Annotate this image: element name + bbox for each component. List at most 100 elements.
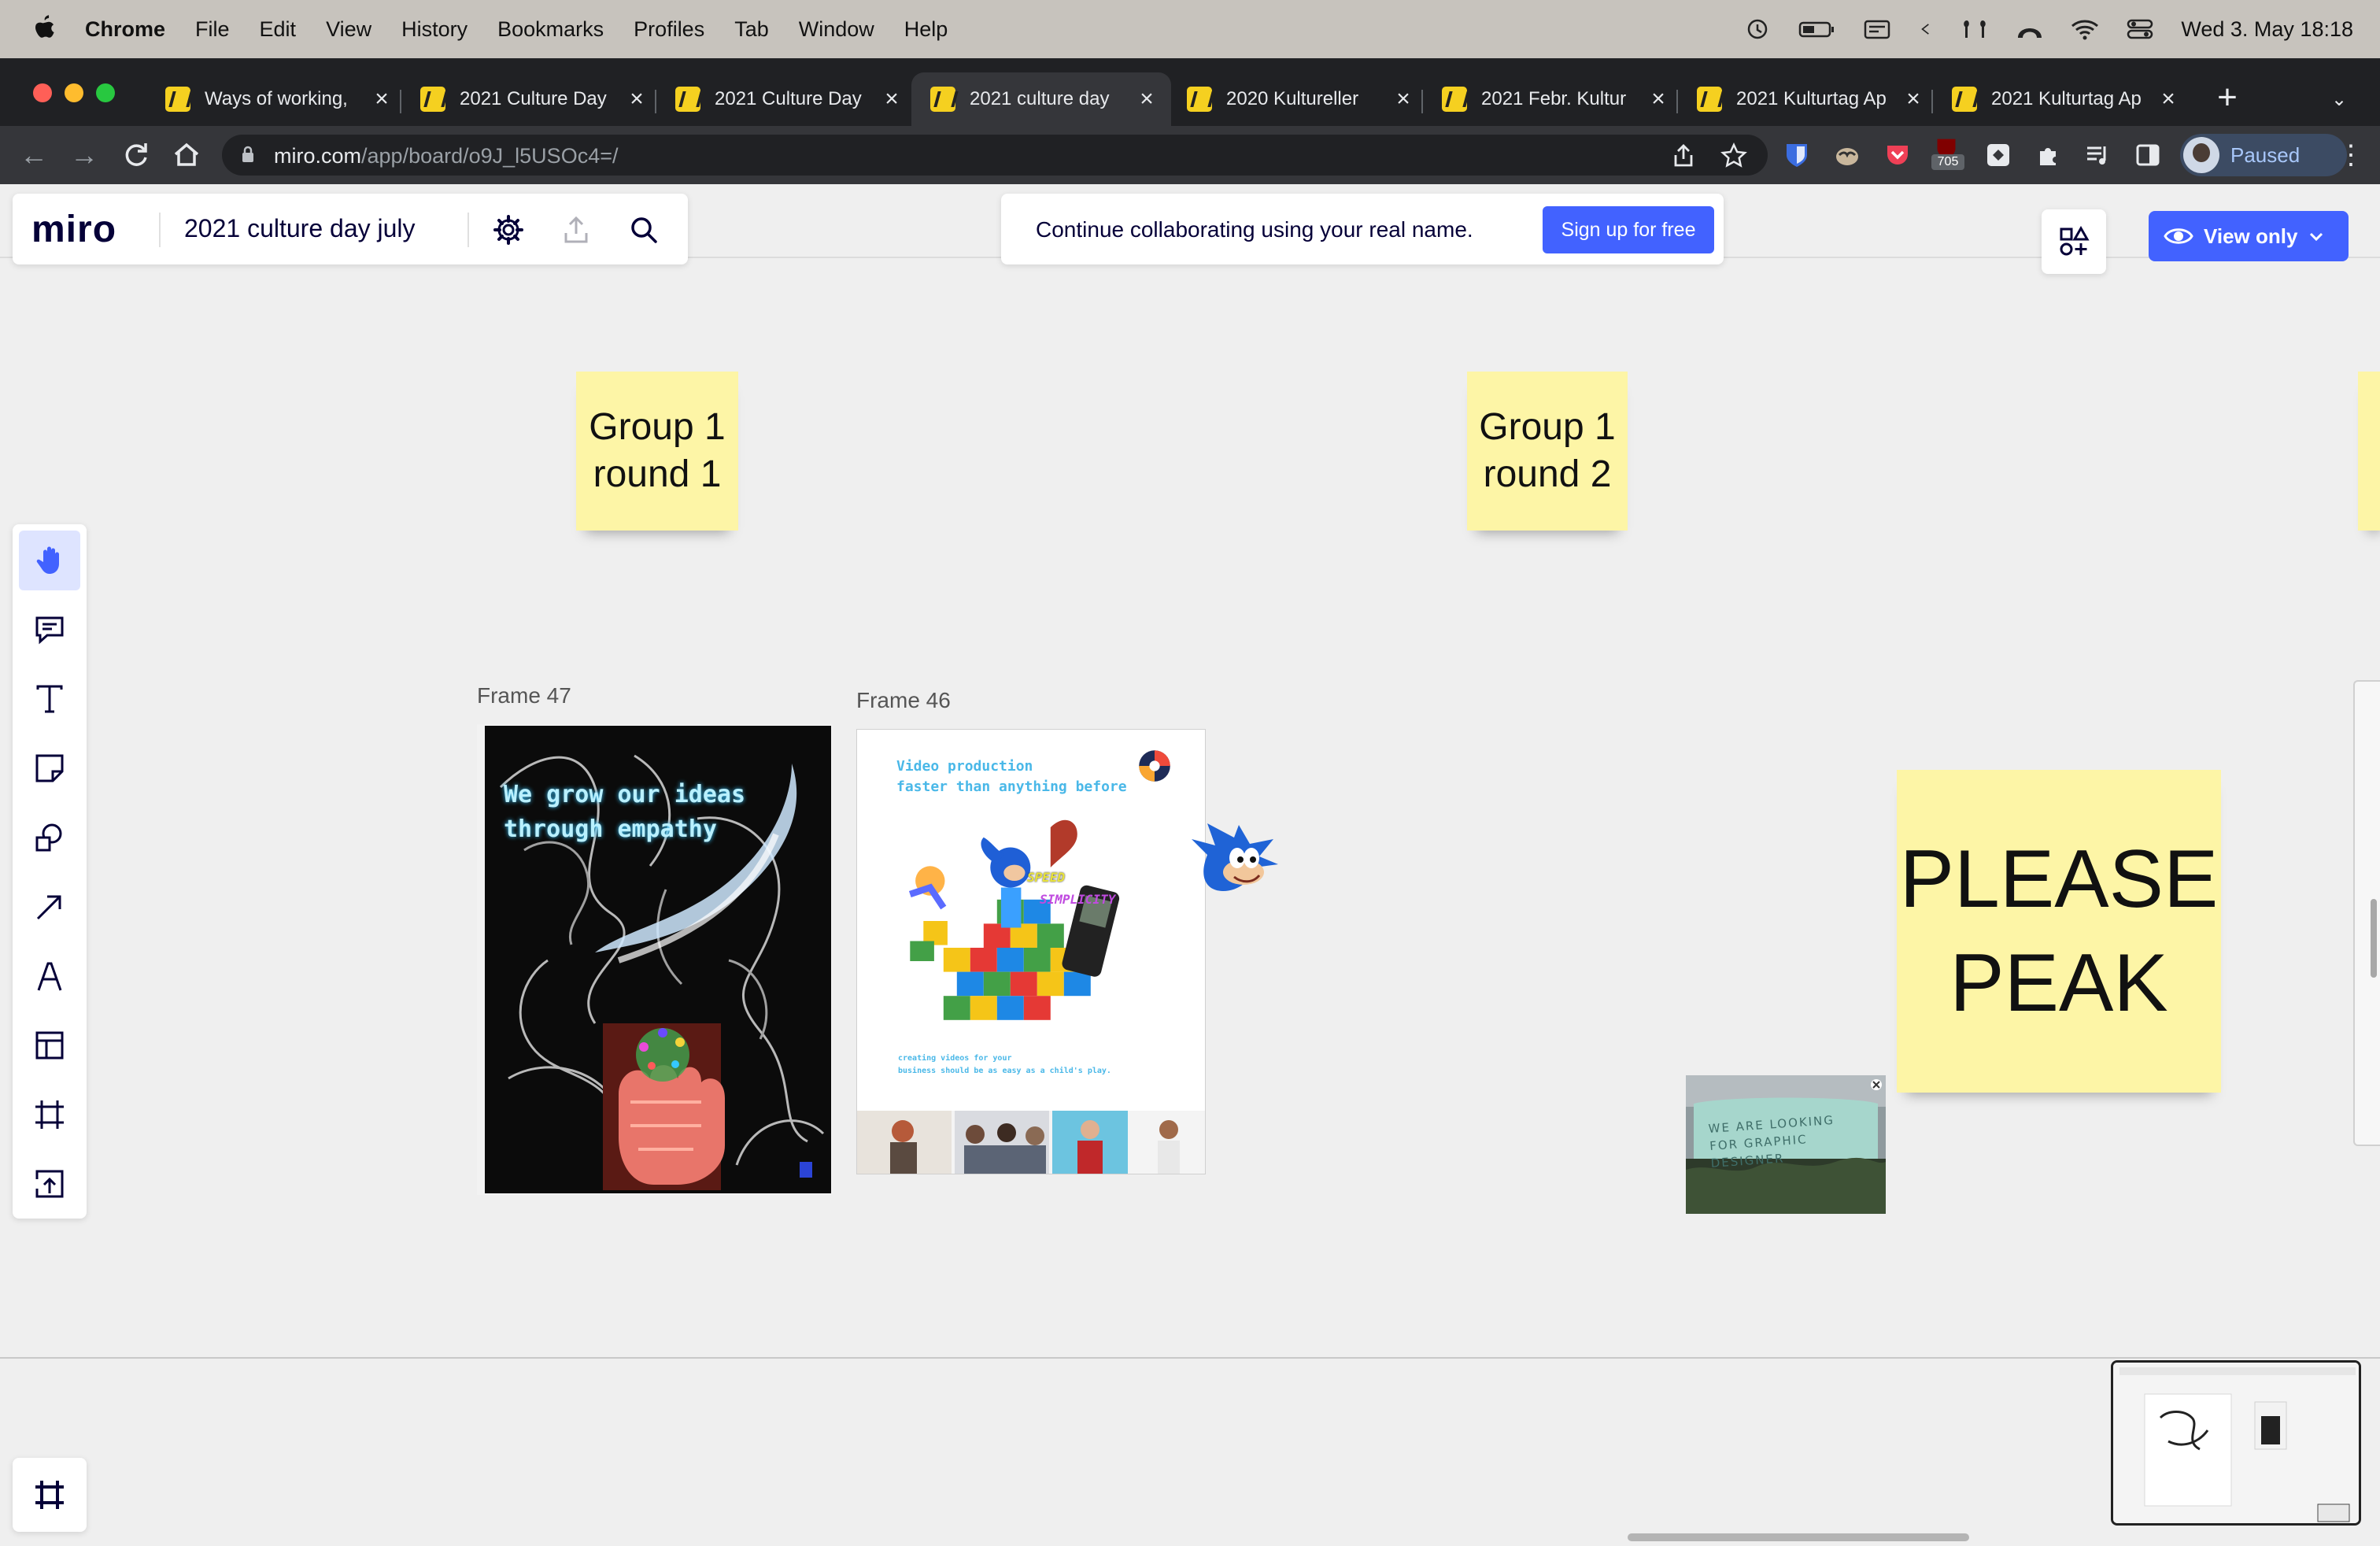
menu-history[interactable]: History: [401, 17, 468, 42]
miro-favicon: [1442, 87, 1467, 112]
connection-line-tool[interactable]: [19, 877, 80, 937]
browser-tab[interactable]: 2021 Febr. Kultur ×: [1423, 72, 1670, 126]
side-panel-icon[interactable]: [2134, 142, 2161, 168]
close-tab-icon[interactable]: ×: [880, 87, 904, 111]
time-machine-icon[interactable]: [1743, 17, 1772, 41]
footer-line: creating videos for your: [898, 1054, 1012, 1063]
pocket-extension-icon[interactable]: [1884, 142, 1911, 168]
hand-tool[interactable]: [19, 531, 80, 590]
battery-icon[interactable]: [1798, 17, 1836, 41]
reload-icon[interactable]: [120, 139, 153, 172]
zoom-window-button[interactable]: [96, 83, 115, 102]
upload-tool[interactable]: [19, 1154, 80, 1214]
reading-list-icon[interactable]: [2084, 142, 2111, 168]
close-tab-icon[interactable]: ×: [1901, 87, 1925, 111]
close-tab-icon[interactable]: ×: [1391, 87, 1415, 111]
lock-icon[interactable]: [241, 146, 255, 163]
search-icon[interactable]: [628, 214, 660, 246]
settings-gear-icon[interactable]: [493, 214, 524, 246]
text-tool[interactable]: [19, 669, 80, 729]
apple-menu-icon[interactable]: [31, 15, 57, 43]
browser-tab-active[interactable]: 2021 culture day ×: [911, 72, 1171, 126]
new-tab-button[interactable]: +: [2210, 80, 2245, 117]
browser-tab[interactable]: Ways of working, ×: [146, 72, 394, 126]
menu-window[interactable]: Window: [799, 17, 874, 42]
airpods-icon[interactable]: [1961, 17, 1989, 41]
chevron-left-icon[interactable]: [1918, 17, 1934, 41]
menu-help[interactable]: Help: [904, 17, 948, 42]
bitwarden-extension-icon[interactable]: [1783, 142, 1810, 168]
menu-edit[interactable]: Edit: [260, 17, 297, 42]
profile-button[interactable]: Paused: [2180, 134, 2347, 176]
forward-button[interactable]: →: [68, 139, 101, 172]
close-tab-icon[interactable]: ×: [625, 87, 649, 111]
minimize-window-button[interactable]: [65, 83, 83, 102]
close-tab-icon[interactable]: ×: [2156, 87, 2180, 111]
comment-tool[interactable]: [19, 600, 80, 660]
ublock-extension-icon[interactable]: 705: [1931, 139, 1964, 170]
frame-label[interactable]: Frame 46: [856, 688, 951, 713]
frame-46[interactable]: Video production faster than anything be…: [856, 729, 1206, 1174]
frame-label[interactable]: Frame 47: [477, 683, 571, 708]
close-tab-icon[interactable]: ×: [370, 87, 394, 111]
browser-tab[interactable]: 2021 Kulturtag Ap ×: [1933, 72, 2180, 126]
browser-tab[interactable]: 2020 Kultureller ×: [1168, 72, 1415, 126]
sticky-note[interactable]: Group 1 round 2: [1467, 372, 1628, 531]
lego-collage-image: [908, 819, 1120, 1020]
url-path: /app/board/o9J_l5USOc4=/: [361, 144, 619, 168]
pen-icon: [37, 962, 62, 991]
chrome-menu-icon[interactable]: ⋮: [2338, 140, 2364, 170]
wifi-icon[interactable]: [2071, 17, 2099, 41]
miro-favicon: [930, 87, 955, 112]
sticky-note-tool[interactable]: [19, 738, 80, 798]
tab-title: 2021 Kulturtag Ap: [1991, 88, 2142, 109]
menu-profiles[interactable]: Profiles: [634, 17, 704, 42]
menubar-clock[interactable]: Wed 3. May 18:18: [2181, 17, 2353, 42]
sticky-note-partial[interactable]: [2358, 372, 2380, 531]
address-bar[interactable]: miro.com/app/board/o9J_l5USOc4=/: [222, 135, 1768, 176]
card-icon[interactable]: [1863, 17, 1891, 41]
menu-file[interactable]: File: [195, 17, 230, 42]
back-button[interactable]: ←: [17, 139, 50, 172]
vpn-icon[interactable]: [2016, 17, 2044, 41]
frames-panel-button[interactable]: [13, 1458, 87, 1532]
frame-tool[interactable]: [19, 1085, 80, 1145]
extension-box-icon[interactable]: [1985, 142, 2012, 168]
horizontal-scrollbar[interactable]: [1628, 1533, 1969, 1541]
shapes-tool[interactable]: [19, 808, 80, 867]
miro-logo[interactable]: miro: [31, 208, 116, 251]
browser-tab[interactable]: 2021 Kulturtag Ap ×: [1678, 72, 1925, 126]
sticky-text: Group 1 round 1: [589, 404, 725, 498]
browser-tab[interactable]: 2021 Culture Day ×: [656, 72, 904, 126]
view-only-button[interactable]: View only: [2149, 211, 2349, 261]
miro-board-canvas[interactable]: miro 2021 culture day july Continue coll…: [0, 184, 2380, 1546]
menu-chrome[interactable]: Chrome: [85, 17, 165, 42]
close-tab-icon[interactable]: ×: [1646, 87, 1670, 111]
board-minimap[interactable]: [2111, 1360, 2361, 1526]
export-icon[interactable]: [560, 214, 592, 246]
share-icon[interactable]: [1670, 142, 1697, 169]
sticky-note[interactable]: Group 1 round 1: [576, 372, 738, 531]
sonic-sticker-image[interactable]: [1192, 823, 1278, 894]
board-title[interactable]: 2021 culture day july: [184, 214, 416, 243]
bookmark-star-icon[interactable]: [1720, 142, 1747, 169]
apps-shapes-icon[interactable]: [2058, 226, 2090, 257]
privacy-badger-extension-icon[interactable]: [1834, 142, 1861, 168]
extensions-puzzle-icon[interactable]: [2035, 142, 2062, 168]
billboard-photo[interactable]: WE ARE LOOKING FOR GRAPHIC DESIGNER: [1686, 1075, 1886, 1214]
menu-bookmarks[interactable]: Bookmarks: [497, 17, 604, 42]
close-window-button[interactable]: [33, 83, 52, 102]
vertical-scrollbar[interactable]: [2353, 680, 2380, 1146]
browser-tab[interactable]: 2021 Culture Day ×: [401, 72, 649, 126]
menu-view[interactable]: View: [326, 17, 371, 42]
frame-47[interactable]: We grow our ideas through empathy: [477, 724, 833, 1195]
sign-up-button[interactable]: Sign up for free: [1543, 206, 1714, 253]
tab-search-chevron-icon[interactable]: ⌄: [2331, 88, 2355, 112]
close-tab-icon[interactable]: ×: [1135, 87, 1159, 111]
pen-tool[interactable]: [19, 946, 80, 1006]
control-center-icon[interactable]: [2126, 17, 2154, 41]
home-icon[interactable]: [170, 139, 203, 172]
menu-tab[interactable]: Tab: [734, 17, 769, 42]
templates-tool[interactable]: [19, 1015, 80, 1075]
sticky-note[interactable]: PLEASE PEAK: [1897, 770, 2221, 1093]
